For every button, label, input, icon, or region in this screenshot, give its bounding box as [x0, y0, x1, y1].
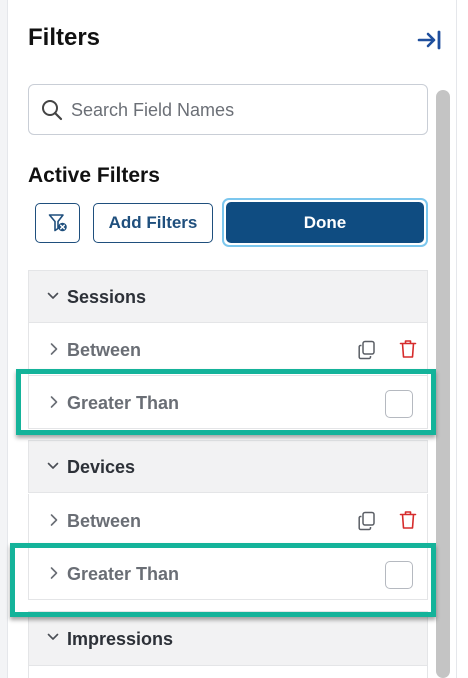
done-button[interactable]: Done [226, 202, 424, 243]
trash-icon[interactable] [399, 510, 417, 530]
right-edge-panel [456, 0, 468, 678]
add-filters-button[interactable]: Add Filters [93, 203, 213, 243]
collapse-panel-button[interactable] [416, 28, 444, 52]
chevron-right-icon [50, 567, 58, 579]
group-label: Impressions [67, 629, 174, 649]
group-label: Devices [67, 457, 136, 477]
search-input[interactable] [71, 93, 411, 127]
copy-icon[interactable] [358, 340, 376, 360]
copy-icon[interactable] [358, 511, 376, 531]
filter-row-label: Greater Than [67, 564, 180, 584]
trash-icon[interactable] [399, 339, 417, 359]
chevron-down-icon [47, 633, 59, 640]
search-icon [42, 100, 63, 121]
group-header-sessions[interactable]: Sessions [28, 270, 428, 323]
filter-row-sessions-greater-than[interactable]: Greater Than [28, 376, 428, 429]
scrollbar-thumb[interactable] [436, 90, 450, 678]
filter-row-label: Greater Than [67, 393, 180, 413]
list-continuation [28, 666, 428, 678]
active-filters-heading: Active Filters [28, 164, 160, 187]
clear-filters-button[interactable] [35, 203, 80, 243]
chevron-down-icon [47, 462, 59, 469]
panel-title: Filters [28, 24, 101, 51]
left-edge-panel [0, 0, 8, 678]
row-checkbox[interactable] [385, 561, 413, 589]
filter-row-sessions-between[interactable]: Between [28, 323, 428, 376]
group-label: Sessions [67, 287, 147, 307]
chevron-right-icon [50, 396, 58, 408]
chevron-down-icon [47, 292, 59, 299]
chevron-right-icon [50, 514, 58, 526]
filter-row-devices-greater-than[interactable]: Greater Than [28, 547, 428, 600]
search-field[interactable] [28, 84, 428, 135]
collapse-right-icon [417, 30, 441, 50]
filter-row-devices-between[interactable]: Between [28, 494, 428, 547]
chevron-right-icon [50, 343, 58, 355]
group-header-devices[interactable]: Devices [28, 440, 428, 493]
filter-row-label: Between [67, 340, 142, 360]
row-checkbox[interactable] [385, 390, 413, 418]
group-header-impressions[interactable]: Impressions [28, 611, 428, 666]
filter-clear-icon [48, 214, 67, 232]
filter-row-label: Between [67, 511, 142, 531]
